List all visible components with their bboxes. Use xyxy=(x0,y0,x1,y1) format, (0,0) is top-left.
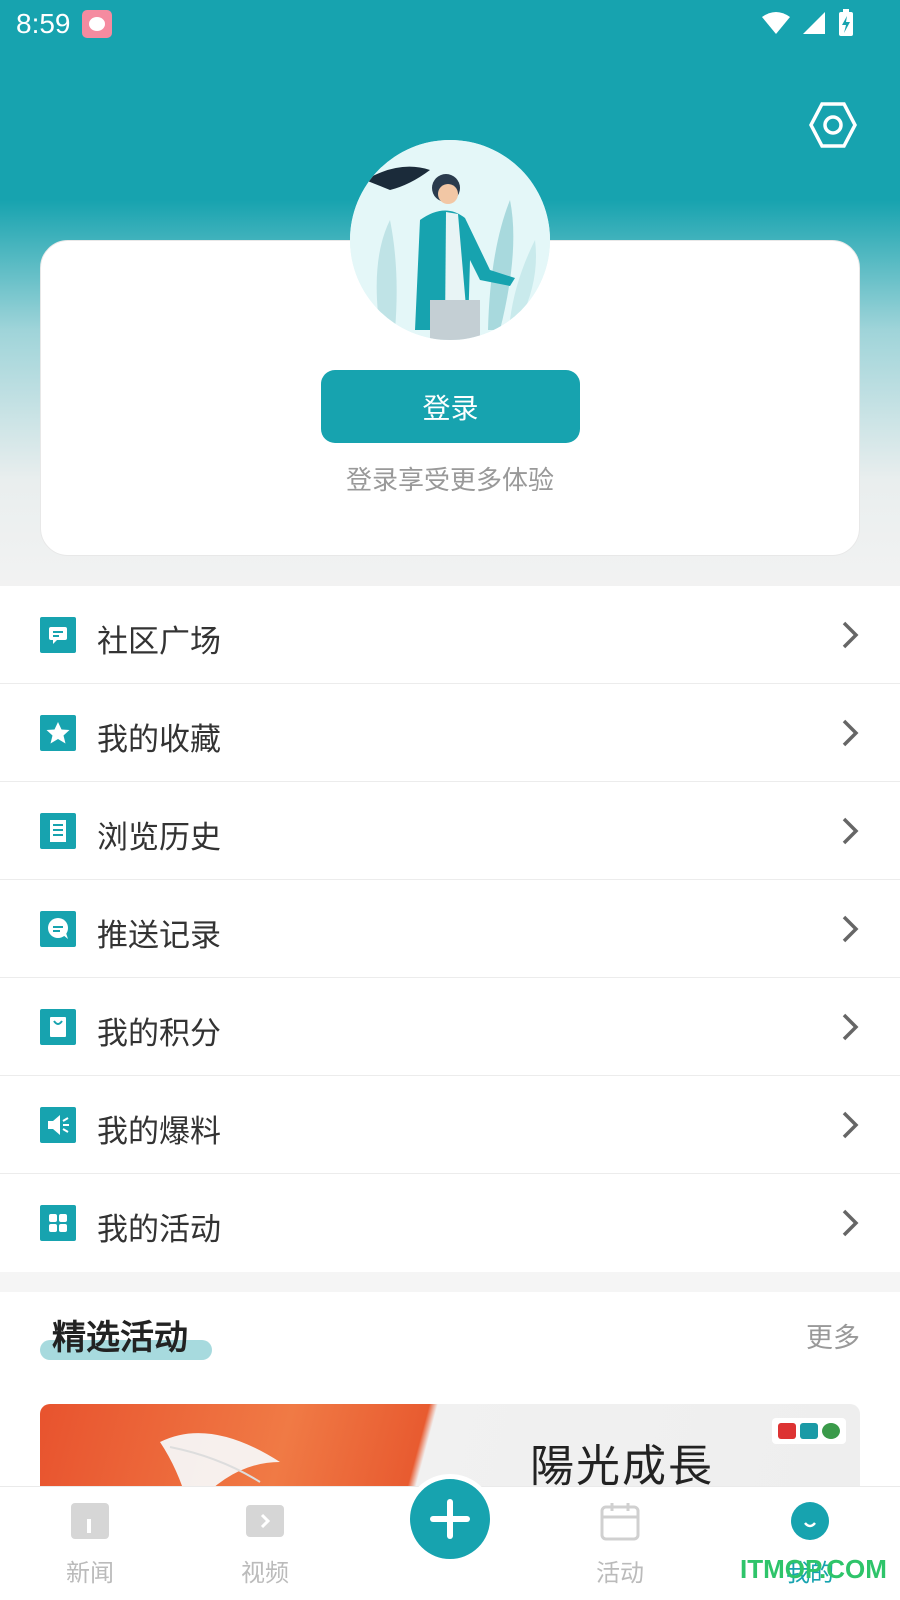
star-icon xyxy=(40,715,76,751)
calendar-icon xyxy=(600,1503,640,1541)
tab-label: 视频 xyxy=(241,1559,289,1587)
wifi-icon xyxy=(762,12,790,34)
menu-item-favorites[interactable]: 我的收藏 xyxy=(0,684,900,782)
sponsor-logo-icon xyxy=(800,1423,818,1439)
signal-icon xyxy=(803,12,825,34)
chevron-right-icon xyxy=(842,1209,859,1237)
battery-icon xyxy=(839,9,853,36)
menu-item-history[interactable]: 浏览历史 xyxy=(0,782,900,880)
news-icon xyxy=(71,1503,109,1539)
watermark: ITMOP.COM xyxy=(740,1554,887,1584)
tab-activities[interactable]: 活动 xyxy=(560,1501,680,1600)
sponsor-logo-icon xyxy=(822,1423,840,1439)
status-bar: 8:59 xyxy=(0,0,900,50)
avatar-illustration xyxy=(350,140,550,340)
chevron-right-icon xyxy=(842,915,859,943)
tab-profile[interactable]: 我的 xyxy=(750,1501,870,1600)
menu-item-community[interactable]: 社区广场 xyxy=(0,586,900,684)
chevron-right-icon xyxy=(842,621,859,649)
menu-item-label: 浏览历史 xyxy=(97,820,221,856)
profile-icon xyxy=(791,1502,829,1540)
notification-app-icon xyxy=(82,10,112,38)
document-list-icon xyxy=(40,813,76,849)
section-title: 精选活动 xyxy=(52,1318,188,1358)
menu-item-label: 我的活动 xyxy=(97,1212,221,1248)
sponsor-logo-icon xyxy=(778,1423,796,1439)
speaker-icon xyxy=(40,1107,76,1143)
menu-item-label: 我的积分 xyxy=(97,1016,221,1052)
menu-item-label: 我的爆料 xyxy=(97,1114,221,1150)
chat-bubble-icon xyxy=(40,617,76,653)
status-icons xyxy=(761,8,855,38)
menu-item-activities[interactable]: 我的活动 xyxy=(0,1174,900,1272)
menu-item-points[interactable]: 我的积分 xyxy=(0,978,900,1076)
featured-title-wrap: 精选活动 xyxy=(40,1310,212,1360)
chevron-right-icon xyxy=(842,719,859,747)
status-time: 8:59 xyxy=(16,8,71,39)
video-icon xyxy=(246,1505,284,1537)
avatar[interactable] xyxy=(350,140,550,340)
grid-icon xyxy=(40,1205,76,1241)
login-button[interactable]: 登录 xyxy=(321,370,580,443)
login-hint: 登录享受更多体验 xyxy=(345,466,554,496)
message-icon xyxy=(40,911,76,947)
more-link[interactable]: 更多 xyxy=(806,1316,860,1355)
tab-news[interactable]: 新闻 xyxy=(30,1501,150,1600)
sponsor-logos xyxy=(772,1418,846,1444)
tab-label: 新闻 xyxy=(66,1559,114,1587)
chevron-right-icon xyxy=(842,1013,859,1041)
add-button[interactable] xyxy=(405,1474,495,1564)
bag-icon xyxy=(40,1009,76,1045)
chevron-right-icon xyxy=(842,1111,859,1139)
settings-button[interactable] xyxy=(808,100,858,150)
menu-item-push-records[interactable]: 推送记录 xyxy=(0,880,900,978)
menu-item-label: 我的收藏 xyxy=(97,722,221,758)
menu-list: 社区广场 我的收藏 浏览历史 推送记录 我的积分 我的爆料 我的活动 xyxy=(0,586,900,1272)
banner-title: 陽光成長 xyxy=(530,1441,714,1492)
menu-item-tips[interactable]: 我的爆料 xyxy=(0,1076,900,1174)
tab-video[interactable]: 视频 xyxy=(205,1501,325,1600)
plus-icon xyxy=(430,1499,470,1539)
chevron-right-icon xyxy=(842,817,859,845)
menu-item-label: 社区广场 xyxy=(97,624,221,660)
settings-hexagon-icon xyxy=(809,102,857,148)
tab-label: 活动 xyxy=(596,1559,644,1587)
menu-item-label: 推送记录 xyxy=(97,918,221,954)
